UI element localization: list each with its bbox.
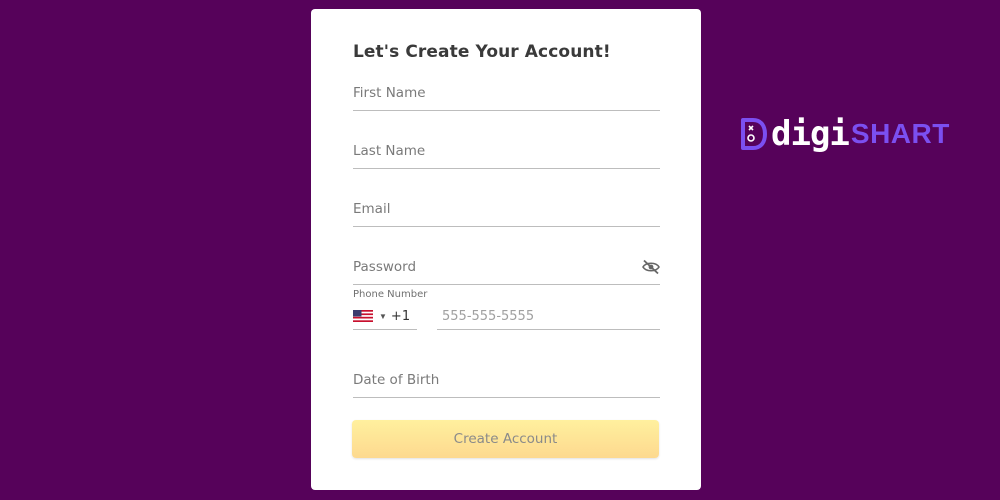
brand-name-digi: digi <box>771 114 850 154</box>
phone-number-label: Phone Number <box>353 289 428 300</box>
digishart-logo-icon <box>741 118 767 150</box>
last-name-field <box>353 134 660 169</box>
email-field <box>353 192 660 227</box>
brand-logo: digi SHART <box>739 115 950 153</box>
first-name-input[interactable] <box>353 76 660 110</box>
country-dial-code: +1 <box>390 308 411 324</box>
first-name-field <box>353 76 660 111</box>
dob-field <box>353 363 660 398</box>
phone-input[interactable] <box>437 303 665 329</box>
us-flag-icon <box>353 310 373 322</box>
email-input[interactable] <box>353 192 660 226</box>
caret-down-icon: ▼ <box>379 311 387 321</box>
country-code-select[interactable]: ▼ +1 <box>353 303 417 330</box>
phone-field <box>437 303 665 330</box>
brand-name-shart: SHART <box>850 118 950 149</box>
dob-input[interactable] <box>353 363 660 397</box>
create-account-button[interactable]: Create Account <box>352 420 659 458</box>
password-input[interactable] <box>353 250 633 284</box>
last-name-input[interactable] <box>353 134 660 168</box>
form-title: Let's Create Your Account! <box>353 42 611 62</box>
signup-card: Let's Create Your Account! Phone Number <box>311 9 701 490</box>
eye-off-icon[interactable] <box>642 259 660 275</box>
password-field <box>353 250 660 285</box>
